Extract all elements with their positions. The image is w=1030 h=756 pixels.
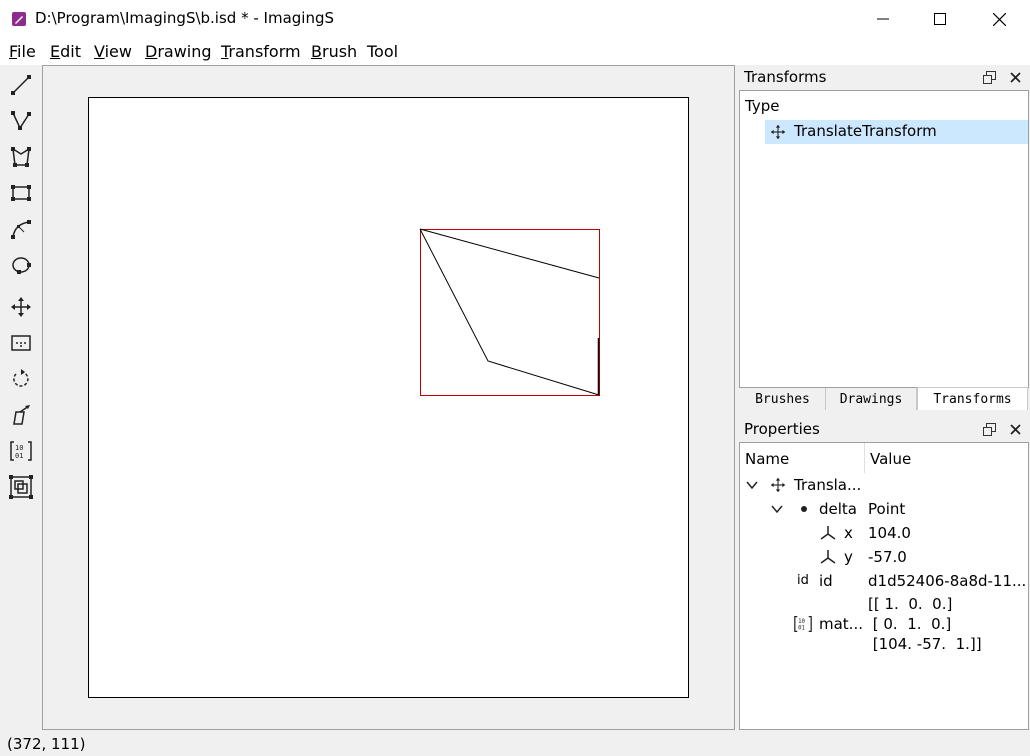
matrix-icon: 1001 xyxy=(794,616,812,632)
maximize-icon xyxy=(934,13,946,25)
properties-tree[interactable]: Name Value Transla... delta Point x 104.… xyxy=(739,442,1029,730)
chevron-down-icon[interactable] xyxy=(771,503,783,515)
curve-tool-button[interactable] xyxy=(8,216,34,242)
title-bar: D:\Program\ImagingS\b.isd * - ImagingS xyxy=(0,0,1030,38)
menu-view[interactable]: View xyxy=(94,42,132,61)
ellipse-tool-icon xyxy=(12,257,31,274)
tab-brushes[interactable]: Brushes xyxy=(740,388,826,410)
property-id-value: d1d52406-8a8d-11... xyxy=(868,572,1027,590)
property-y-value: -57.0 xyxy=(868,548,907,566)
column-header-name: Name xyxy=(745,450,790,468)
chevron-down-icon[interactable] xyxy=(746,479,758,491)
menu-bar: File Edit View Drawing Transform Brush T… xyxy=(0,38,1030,65)
property-x-value: 104.0 xyxy=(868,524,911,542)
tab-drawings[interactable]: Drawings xyxy=(826,388,917,410)
transforms-dock-title: Transforms xyxy=(739,66,1029,89)
transforms-tree[interactable]: Type TranslateTransform xyxy=(739,90,1029,388)
properties-dock-title: Properties xyxy=(739,418,1029,441)
status-bar: (372, 111) xyxy=(0,730,1030,756)
dot-icon xyxy=(801,506,807,512)
rotate-icon xyxy=(13,369,29,387)
svg-text:10: 10 xyxy=(15,444,23,452)
menu-tool[interactable]: Tool xyxy=(367,42,398,61)
minimize-button[interactable] xyxy=(854,0,912,38)
close-button[interactable] xyxy=(970,0,1028,38)
property-id-name: id xyxy=(819,572,833,590)
properties-dock-title-text: Properties xyxy=(744,420,820,438)
transforms-dock-title-text: Transforms xyxy=(744,68,827,86)
menu-brush[interactable]: Brush xyxy=(311,42,357,61)
menu-edit[interactable]: Edit xyxy=(50,42,81,61)
property-delta-value: Point xyxy=(868,500,906,518)
matrix-tool-button[interactable]: 10 01 xyxy=(8,438,34,464)
svg-text:01: 01 xyxy=(798,626,805,632)
menu-file[interactable]: File xyxy=(9,42,36,61)
matrix-icon: 1001 xyxy=(10,441,32,461)
rotate-tool-button[interactable] xyxy=(8,366,34,392)
svg-text:01: 01 xyxy=(15,452,23,460)
column-header-value: Value xyxy=(870,450,912,468)
float-icon[interactable] xyxy=(983,423,996,436)
line-tool-button[interactable] xyxy=(8,72,34,98)
menu-transform[interactable]: Transform xyxy=(221,42,301,61)
skew-tool-button[interactable] xyxy=(8,402,34,428)
tree-header-type: Type xyxy=(745,97,780,115)
polyline-tool-button[interactable] xyxy=(8,108,34,134)
property-matrix-name: mat... xyxy=(819,615,863,633)
id-icon: id xyxy=(797,573,809,588)
maximize-button[interactable] xyxy=(911,0,969,38)
line-shape[interactable] xyxy=(419,228,600,279)
dock-tabs: Brushes Drawings Transforms xyxy=(739,387,1029,410)
curve-tool-icon xyxy=(11,220,31,239)
polygon-tool-button[interactable] xyxy=(8,144,34,170)
polygon-tool-icon xyxy=(11,147,31,167)
polyline-tool-icon xyxy=(11,111,31,130)
line-tool-icon xyxy=(11,75,31,95)
window-title: D:\Program\ImagingS\b.isd * - ImagingS xyxy=(35,9,334,27)
property-x-name: x xyxy=(844,524,853,542)
app-icon xyxy=(12,12,26,26)
property-y-name: y xyxy=(844,548,853,566)
canvas-viewport[interactable] xyxy=(42,65,735,730)
scale-icon xyxy=(9,475,33,499)
selection-bounding-box[interactable] xyxy=(420,229,600,396)
property-delta-name: delta xyxy=(819,500,857,518)
tool-bar: 10 01 xyxy=(0,65,42,730)
axis-icon xyxy=(820,550,836,564)
properties-dock: Properties Name Value Transla... delta P… xyxy=(739,418,1029,730)
matrix-row-2: [104. -57. 1.]] xyxy=(868,635,982,653)
clip-tool-icon xyxy=(11,335,31,351)
close-icon xyxy=(992,12,1006,26)
cursor-coordinates: (372, 111) xyxy=(7,735,86,753)
translate-tool-button[interactable] xyxy=(8,294,34,320)
move-icon xyxy=(770,124,786,140)
move-icon xyxy=(11,297,31,317)
rectangle-tool-icon xyxy=(11,185,31,201)
tree-item-label: TranslateTransform xyxy=(794,122,937,140)
property-root-name: Transla... xyxy=(794,476,862,494)
transforms-dock: Transforms Type TranslateTransform xyxy=(739,66,1029,388)
axis-icon xyxy=(820,526,836,540)
skew-icon xyxy=(13,405,30,425)
close-icon[interactable] xyxy=(1009,71,1022,84)
ellipse-tool-button[interactable] xyxy=(8,252,34,278)
clip-tool-button[interactable] xyxy=(8,330,34,356)
tab-transforms[interactable]: Transforms xyxy=(917,387,1028,410)
tree-item-translate[interactable]: TranslateTransform xyxy=(765,120,1028,144)
close-icon[interactable] xyxy=(1009,423,1022,436)
float-icon[interactable] xyxy=(983,71,996,84)
minimize-icon xyxy=(877,18,889,20)
drawing-layer[interactable] xyxy=(89,98,688,697)
menu-drawing[interactable]: Drawing xyxy=(145,42,212,61)
matrix-row-0: [[ 1. 0. 0.] xyxy=(868,595,953,613)
column-divider xyxy=(864,443,865,473)
matrix-row-1: [ 0. 1. 0.] xyxy=(868,615,952,633)
drawing-canvas[interactable] xyxy=(88,97,689,698)
scale-tool-button[interactable] xyxy=(8,474,34,500)
rectangle-tool-button[interactable] xyxy=(8,180,34,206)
move-icon xyxy=(770,477,786,493)
svg-text:10: 10 xyxy=(798,619,805,625)
